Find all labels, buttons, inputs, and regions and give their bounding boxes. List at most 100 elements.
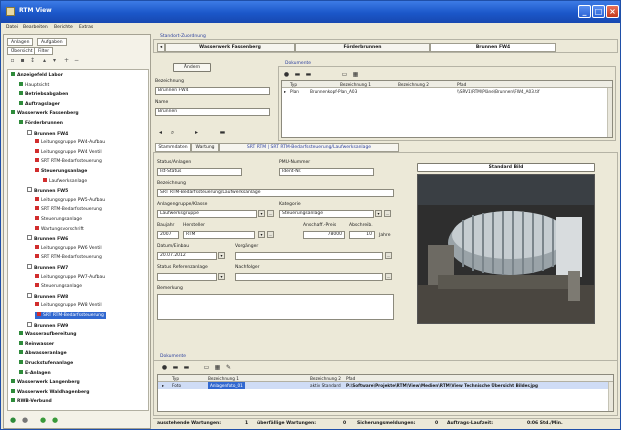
pmu-field[interactable]: Ident-Nr. [279,168,374,176]
hersteller-field[interactable]: RTM [183,231,255,239]
tree-item[interactable]: Steuerungsanlage [35,216,82,223]
move-down-icon[interactable]: ▾ [51,57,58,64]
bezeichnung-detail-field[interactable]: SRT RTM-Bedarfssteuerung/Laufwerksanlage [157,189,394,197]
edit-photo-icon[interactable]: ▬ [183,364,190,371]
status-ref-field[interactable] [157,273,217,281]
cell-bez1[interactable]: Anlagenfoto_01 [208,382,245,389]
minimize-button[interactable]: _ [578,5,591,18]
open-document-icon[interactable]: ▭ [341,71,348,78]
hersteller-lookup-icon[interactable]: … [267,231,274,238]
tab-wasserwerk[interactable]: Wasserwerk Fassenberg [165,43,295,52]
tree-item[interactable]: Brunnen FW6 [27,235,68,242]
delete-icon[interactable]: ● [21,416,29,424]
tree-item[interactable]: Förderbrunnen [19,120,63,127]
menu-item-berichte[interactable]: Berichte [54,25,73,30]
tree-item[interactable]: Laufwerksanlage [43,177,87,185]
close-button[interactable]: × [606,5,619,18]
kategorie-lookup-icon[interactable]: … [384,210,391,217]
tree-item[interactable]: Anzeigefeld Labor [11,72,63,79]
expand-icon[interactable]: + [63,57,70,64]
tree-item[interactable]: Leitungsgruppe PW6 Ventil [35,244,102,252]
gruppe-lookup-icon[interactable]: … [267,210,274,217]
documents-bottom-scrollbar[interactable] [608,382,613,411]
tree-item[interactable]: SRT RTM-Bedarfssteuerung [35,158,102,165]
table-row[interactable]: ▸ Foto Anlagenfoto_01 aktiv Standard P:\… [158,382,613,389]
vorgaenger-field[interactable] [235,252,383,260]
back-icon[interactable]: ◂ [157,129,164,136]
baujahr-field[interactable]: 2007 [157,231,179,239]
maximize-button[interactable]: □ [592,5,605,18]
tree-item[interactable]: Betriebsabgaben [19,91,68,98]
tree-item[interactable]: Brunnen FW8 [27,292,68,300]
subtab-filter[interactable]: Filter [34,47,54,55]
tree-item[interactable]: SRT RTM-Bedarfssteuerung [35,312,106,319]
hersteller-dropdown[interactable]: ▾ [258,231,265,238]
expand-toggle-icon[interactable] [27,235,32,241]
tree-item[interactable]: Brunnen FW9 [27,321,68,329]
status-ref-dropdown[interactable]: ▾ [218,273,225,280]
tab-brunnen-fw4[interactable]: Brunnen FW4 [430,43,556,52]
menu-item-datei[interactable]: Datei [6,25,18,30]
sort-icon[interactable]: ↕ [29,57,36,64]
tree-item[interactable]: Leitungsgruppe PW4 Ventil [35,148,102,156]
kategorie-dropdown[interactable]: ▾ [375,210,382,217]
bezeichnung-field[interactable]: Brunnen FW4 [155,87,270,95]
tab-wartung[interactable]: Wartung [191,143,219,152]
vorgaenger-lookup-icon[interactable]: … [385,252,392,259]
documents-top-grid[interactable]: Typ Bezeichnung 1 Bezeichnung 2 Pfad ▸ P… [281,80,613,138]
tree-item[interactable]: Brunnen FW7 [27,264,68,271]
nachfolger-lookup-icon[interactable]: … [385,273,392,280]
menu-item-extras[interactable]: Extras [79,25,93,30]
change-button[interactable]: Ändern [173,63,211,72]
tree-item[interactable]: Steuerungsanlage [35,168,87,175]
gruppe-field[interactable]: Laufwerksgruppe [157,210,257,218]
kategorie-field[interactable]: Steuerungsanlage [279,210,374,218]
print-document-icon[interactable]: ▦ [352,71,359,78]
expand-toggle-icon[interactable] [27,187,32,193]
title-bar[interactable]: RTM View _ □ × [1,1,620,23]
tab-stammdaten[interactable]: Stammdaten [155,143,191,152]
remove-photo-icon[interactable]: ▬ [172,364,179,371]
expand-toggle-icon[interactable] [27,292,32,298]
tree-item[interactable]: Steuerungsanlage [35,283,82,290]
tab-aufgaben[interactable]: Aufgaben [37,38,67,46]
location-back-icon[interactable]: ◂ [157,43,165,52]
search-icon[interactable]: ⌕ [169,129,176,136]
expand-toggle-icon[interactable] [27,129,32,135]
menu-item-bearbeiten[interactable]: Bearbeiten [23,25,48,30]
subtab-uebersicht[interactable]: Übersicht [7,47,37,55]
tree-item[interactable]: Abwasseranlage [19,350,67,357]
tree-item[interactable]: Auftragslager [19,100,60,108]
name-field[interactable]: Brunnen [155,108,270,116]
expand-toggle-icon[interactable] [27,321,32,327]
remove-document-icon[interactable]: ▬ [294,71,301,78]
refresh-icon[interactable]: ● [39,416,47,424]
tree-item[interactable]: Wasseraufbereitung [19,331,77,338]
documents-bottom-grid[interactable]: Typ Bezeichnung 1 Bezeichnung 2 Pfad ▸ F… [157,374,614,412]
tree-item[interactable]: E-Anlagen [19,369,51,377]
tree-item[interactable]: Brunnen FW4 [27,129,68,137]
expand-toggle-icon[interactable] [27,264,32,269]
abschreib-field[interactable]: 10 [349,231,375,239]
bemerkung-field[interactable] [157,294,394,320]
asset-tree[interactable]: Anzeigefeld Labor Hauptsicht Betriebsabgab… [7,69,149,411]
table-row[interactable]: ▸ Plan Brunnenkopf-Plan_A03 \\SRV1\RTM\P… [282,88,612,95]
navigate-icon[interactable]: ▸ [193,129,200,136]
tree-item[interactable]: Leitungsgruppe PW5-Aufbau [35,196,105,204]
tree-item[interactable]: Wasserwerk Fassenberg [11,110,79,117]
edit-document-icon[interactable]: ▬ [305,71,312,78]
tree-item[interactable]: Druckstufenanlage [19,360,73,367]
tree-item[interactable]: Wasserwerk Waldhagenberg [11,388,90,396]
datum-field[interactable]: 20.07.2012 [157,252,217,260]
new-icon[interactable]: ▫ [9,57,16,64]
add-photo-icon[interactable]: ● [161,364,168,371]
datum-dropdown[interactable]: ▾ [218,252,225,259]
delete-icon[interactable]: ▬ [219,129,226,136]
tree-item[interactable]: SRT RTM-Bedarfssteuerung [35,206,102,213]
tab-foerderbrunnen[interactable]: Förderbrunnen [295,43,430,52]
anschaffung-field[interactable]: 78000 [303,231,345,239]
nachfolger-field[interactable] [235,273,383,281]
tab-srt-rtm[interactable]: SRT RTM | SRT RTM-Bedarfssteuerung/Laufw… [219,143,399,152]
sync-icon[interactable]: ● [51,416,59,424]
tree-item[interactable]: SRT RTM-Bedarfssteuerung [35,254,102,261]
